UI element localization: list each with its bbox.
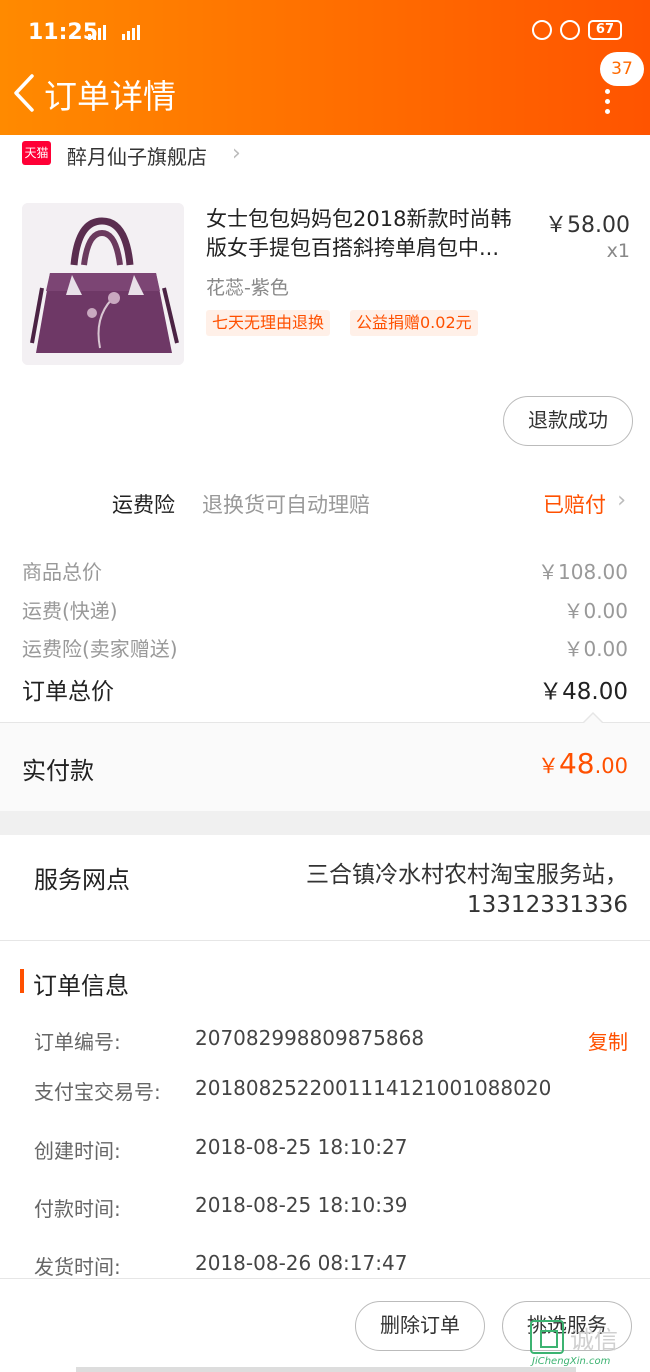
product-quantity: x1 (606, 240, 630, 262)
shop-name[interactable]: 醉月仙子旗舰店 (67, 141, 207, 170)
section-gap (0, 811, 650, 835)
summary-label: 运费(快递) (22, 599, 118, 623)
charity-tag: 公益捐赠0.02元 (350, 310, 478, 336)
order-total-row: 订单总价 ￥48.00 (22, 672, 628, 705)
summary-row-shipping: 运费(快递) ￥0.00 (22, 595, 628, 623)
alipay-trade-row: 支付宝交易号: 2018082522001114121001088020 (34, 1076, 628, 1104)
freight-insurance-description: 退换货可自动理赔 (202, 493, 370, 517)
order-total-label: 订单总价 (22, 679, 114, 705)
payment-time-row: 付款时间: 2018-08-25 18:10:39 (34, 1193, 628, 1221)
page-title: 订单详情 (44, 77, 176, 116)
order-number-row: 订单编号: 207082998809875868 (34, 1026, 628, 1054)
watermark-logo-icon (530, 1320, 564, 1354)
paid-panel: 实付款 ￥48.00 (0, 723, 650, 811)
paid-decimal: .00 (594, 754, 628, 778)
info-key: 订单编号: (34, 1030, 121, 1054)
chevron-left-icon (14, 74, 34, 112)
order-info-title: 订单信息 (33, 972, 129, 1000)
watermark-url: JiChengXin.com (532, 1356, 611, 1367)
watermark-text: 诚信 (570, 1326, 618, 1354)
message-count-badge[interactable]: 37 (600, 52, 644, 86)
product-sku: 花蕊-紫色 (206, 277, 289, 299)
signal-icon (88, 25, 140, 40)
order-total-value: ￥48.00 (539, 679, 628, 705)
summary-row-goods: 商品总价 ￥108.00 (22, 556, 628, 584)
chevron-right-icon: › (232, 141, 241, 166)
tmall-icon: 天猫 (22, 141, 51, 165)
summary-label: 运费险(卖家赠送) (22, 637, 178, 661)
product-title-line1: 女士包包妈妈包2018新款时尚韩 (206, 207, 512, 231)
return-policy-tag: 七天无理由退换 (206, 310, 331, 336)
divider (0, 940, 650, 941)
alarm-icon (559, 20, 580, 40)
summary-label: 商品总价 (22, 560, 102, 584)
service-point-phone: 13312331336 (467, 892, 628, 918)
info-key: 创建时间: (34, 1139, 121, 1163)
divider-notch-fill (583, 714, 603, 724)
info-key: 付款时间: (34, 1197, 121, 1221)
lock-rotation-icon (531, 20, 552, 40)
summary-value: ￥0.00 (563, 637, 628, 661)
created-time-row: 创建时间: 2018-08-25 18:10:27 (34, 1135, 628, 1163)
battery-icon: 67 (587, 20, 622, 40)
refund-status-button[interactable]: 退款成功 (503, 396, 633, 446)
product-title-line2: 版女手提包百搭斜挎单肩包中... (206, 236, 500, 260)
info-value: 2018-08-25 18:10:39 (195, 1193, 408, 1217)
shipping-time-row: 发货时间: 2018-08-26 08:17:47 (34, 1251, 628, 1279)
paid-integer: 48 (558, 747, 595, 780)
product-image[interactable] (22, 203, 184, 365)
paid-label: 实付款 (22, 757, 94, 785)
currency-symbol: ￥ (537, 754, 559, 778)
status-right: 67 (531, 20, 622, 40)
chevron-right-icon[interactable]: › (617, 488, 626, 513)
back-button[interactable] (10, 70, 42, 116)
freight-insurance-label: 运费险 (112, 493, 175, 517)
paid-amount: ￥48.00 (538, 747, 628, 780)
delete-order-button[interactable]: 删除订单 (355, 1301, 485, 1351)
product-title[interactable]: 女士包包妈妈包2018新款时尚韩 版女手提包百搭斜挎单肩包中... (206, 205, 526, 263)
product-price: ￥58.00 (545, 213, 630, 238)
service-point-address: 三合镇冷水村农村淘宝服务站， (306, 862, 628, 888)
summary-value: ￥0.00 (563, 599, 628, 623)
service-point-label: 服务网点 (34, 866, 130, 894)
summary-value: ￥108.00 (538, 560, 628, 584)
shop-row[interactable]: 天猫 醉月仙子旗舰店 › (0, 135, 650, 177)
home-indicator (76, 1367, 576, 1372)
info-key: 发货时间: (34, 1255, 121, 1279)
info-key: 支付宝交易号: (34, 1080, 161, 1104)
info-value: 2018082522001114121001088020 (195, 1076, 552, 1100)
freight-insurance-status[interactable]: 已赔付 (543, 489, 606, 519)
more-vertical-icon[interactable] (600, 88, 614, 114)
watermark: 诚信 JiChengXin.com (530, 1318, 648, 1370)
handbag-image (22, 203, 184, 365)
info-value: 2018-08-26 08:17:47 (195, 1251, 408, 1275)
heading-accent-bar (20, 969, 24, 993)
network-indicator (88, 22, 148, 42)
info-value: 207082998809875868 (195, 1026, 425, 1050)
app-header: 11:25 67 订单详情 37 (0, 0, 650, 135)
service-point-value: 三合镇冷水村农村淘宝服务站， 13312331336 (248, 860, 628, 920)
summary-row-insurance: 运费险(卖家赠送) ￥0.00 (22, 633, 628, 661)
info-value: 2018-08-25 18:10:27 (195, 1135, 408, 1159)
